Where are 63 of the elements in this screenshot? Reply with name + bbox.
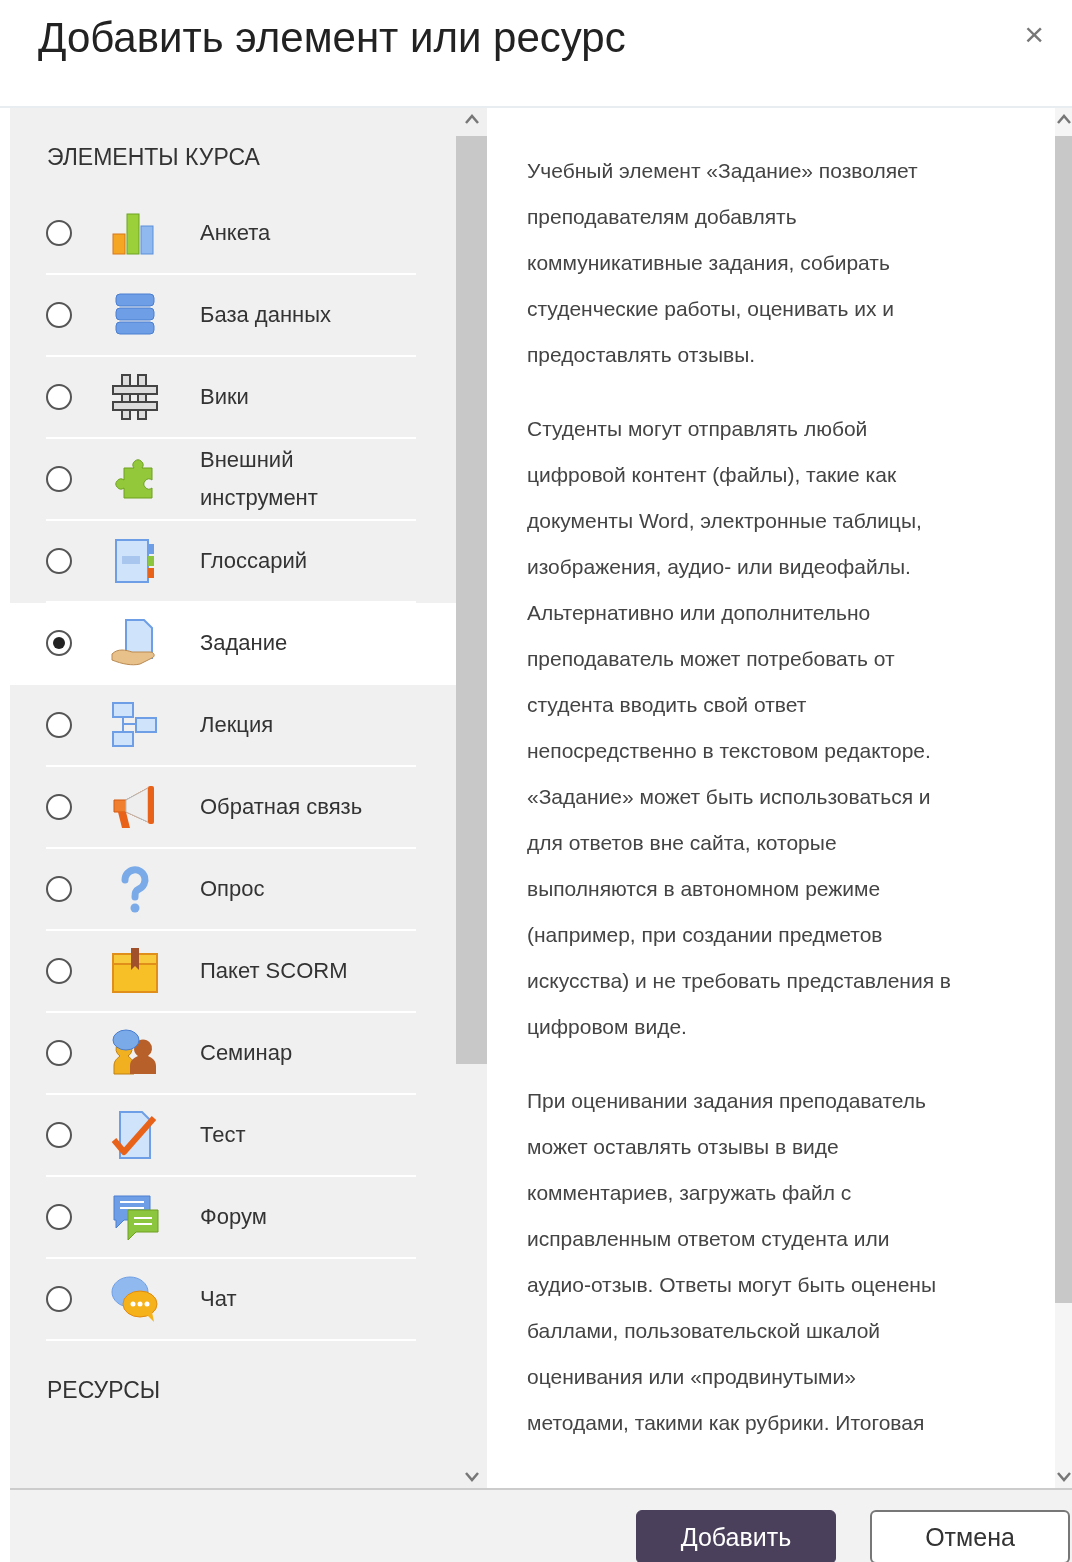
option-label: Внешний инструмент (200, 446, 319, 512)
module-option[interactable]: Анкета (46, 193, 416, 275)
package-icon (110, 946, 160, 996)
radio-button[interactable] (46, 466, 72, 492)
radio-button[interactable] (46, 876, 72, 902)
option-label: Обратная связь (200, 793, 364, 821)
radio-button[interactable] (46, 220, 72, 246)
add-button[interactable]: Добавить (636, 1510, 836, 1562)
radio-button[interactable] (46, 302, 72, 328)
scrollbar[interactable] (1055, 108, 1072, 1488)
description-paragraph: При оценивании задания преподаватель может оставлять отзывы в виде комментариев, загружать файл с исправленным ответом студента или аудио-отзыв. Ответы могут быть оценены баллами, пользовательской шкалой оценивания или «продвинутыми» методами, такими как рубрики. Итоговая (527, 1088, 938, 1436)
radio-button[interactable] (46, 384, 72, 410)
close-button[interactable]: × (1018, 14, 1050, 54)
scroll-up-icon[interactable] (1056, 114, 1071, 124)
radio-button[interactable] (46, 1122, 72, 1148)
option-label: Форум (200, 1203, 268, 1231)
option-label: База данных (200, 301, 333, 329)
flowchart-icon (110, 700, 160, 750)
option-label: Глоссарий (200, 547, 309, 575)
option-label: Чат (200, 1285, 238, 1313)
scroll-down-icon[interactable] (464, 1472, 479, 1482)
cancel-button[interactable]: Отмена (870, 1510, 1070, 1562)
section-heading: РЕСУРСЫ (46, 1376, 162, 1405)
module-option[interactable]: База данных (46, 275, 416, 357)
scroll-up-icon[interactable] (464, 114, 479, 124)
option-label: Пакет SCORM (200, 957, 349, 985)
module-option[interactable]: Семинар (46, 1013, 416, 1095)
module-option[interactable]: Лекция (46, 685, 416, 767)
speech-bubbles-icon (110, 1192, 160, 1242)
option-label: Задание (200, 629, 289, 657)
scroll-down-icon[interactable] (1056, 1472, 1071, 1482)
scrollbar[interactable] (456, 108, 487, 1488)
description-paragraph: Учебный элемент «Задание» позволяет преподавателям добавлять коммуникативные задания, собирать студенческие работы, оценивать их и предоставлять отзывы. (527, 158, 919, 368)
lattice-icon (110, 372, 160, 422)
module-option[interactable]: Вики (46, 357, 416, 439)
dialog-title: Добавить элемент или ресурс (38, 14, 626, 62)
module-option[interactable]: Внешний инструмент (46, 439, 416, 521)
radio-button[interactable] (46, 630, 72, 656)
scrollbar-thumb[interactable] (456, 136, 487, 1065)
module-option[interactable]: Форум (46, 1177, 416, 1259)
radio-button[interactable] (46, 958, 72, 984)
section-heading: ЭЛЕМЕНТЫ КУРСА (46, 143, 261, 172)
option-label: Вики (200, 383, 250, 411)
module-option[interactable]: Опрос (46, 849, 416, 931)
module-option[interactable]: Чат (46, 1259, 416, 1341)
module-option[interactable]: Обратная связь (46, 767, 416, 849)
radio-button[interactable] (46, 1286, 72, 1312)
option-label: Лекция (200, 711, 275, 739)
module-option[interactable]: Тест (46, 1095, 416, 1177)
option-label: Семинар (200, 1039, 294, 1067)
description-paragraph: Студенты могут отправлять любой цифровой контент (файлы), такие как документы Word, электронные таблицы, изображения, аудио- или видеофайлы. Альтернативно или дополнительно преподаватель может потребовать от студента вводить свой ответ непосредственно в текстовом редакторе. «Задание» может быть использоваться и для ответов вне сайта, которые выполняются в автономном режиме (например, при создании предметов искусства) и не требовать представления в цифровом виде. (527, 416, 952, 1040)
module-option[interactable]: Задание (10, 603, 456, 685)
radio-button[interactable] (46, 1204, 72, 1230)
scrollbar-thumb[interactable] (1055, 136, 1072, 1303)
radio-button[interactable] (46, 794, 72, 820)
radio-button[interactable] (46, 548, 72, 574)
option-label: Анкета (200, 219, 272, 247)
option-label: Тест (200, 1121, 247, 1149)
radio-button[interactable] (46, 1040, 72, 1066)
option-label: Опрос (200, 875, 266, 903)
radio-button[interactable] (46, 712, 72, 738)
chat-bubbles-icon (110, 1274, 160, 1324)
module-option[interactable]: Пакет SCORM (46, 931, 416, 1013)
